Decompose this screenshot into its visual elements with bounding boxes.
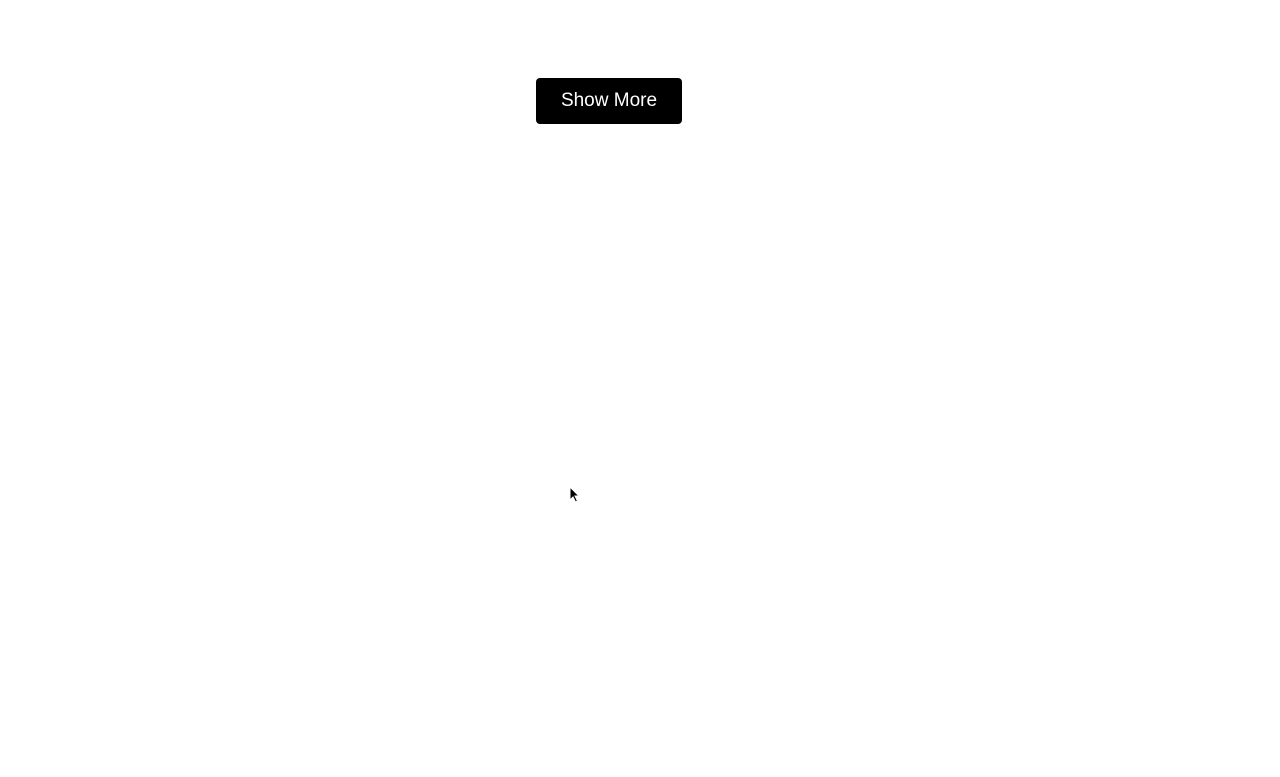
show-more-button[interactable]: Show More: [536, 78, 682, 124]
cursor-icon: [570, 487, 582, 503]
show-more-label: Show More: [561, 90, 657, 112]
